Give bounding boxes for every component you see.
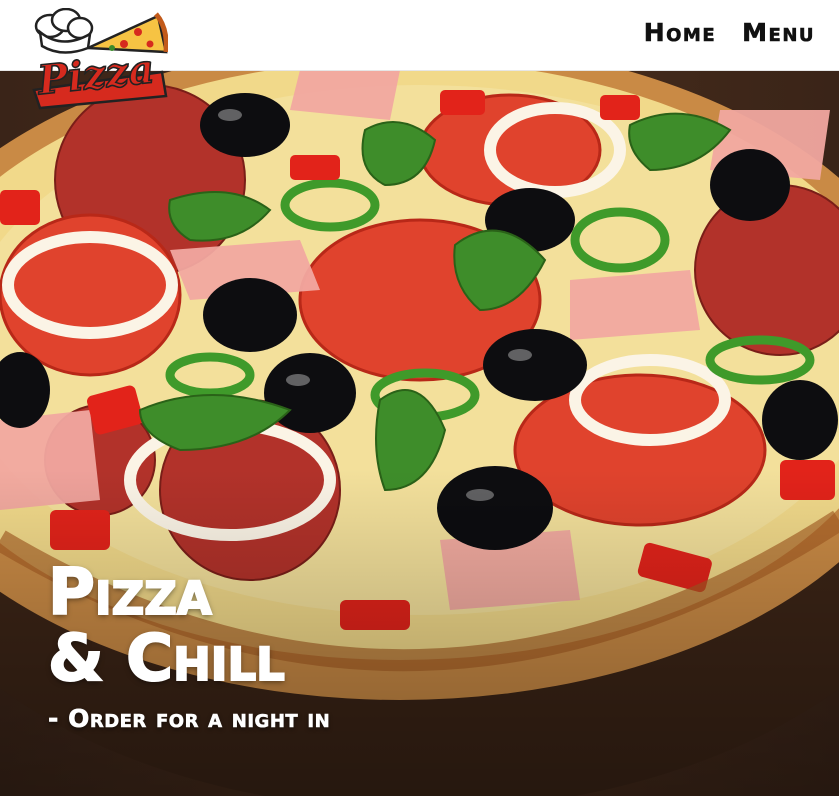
pizza-logo[interactable]: Pizza bbox=[28, 8, 168, 114]
hero-title-line1: Pizza bbox=[47, 556, 213, 630]
site-header: Pizza Home Menu bbox=[0, 0, 839, 110]
nav-link-home[interactable]: Home bbox=[643, 18, 716, 48]
chef-hat-icon bbox=[34, 8, 94, 54]
hero-title-line2: & Chill bbox=[47, 622, 286, 696]
hero-section: Pizza & Chill - Order for a night in bbox=[0, 70, 839, 796]
nav-link-menu[interactable]: Menu bbox=[742, 18, 815, 48]
hero-subtitle: - Order for a night in bbox=[48, 704, 331, 734]
pizza-slice-icon bbox=[87, 12, 168, 54]
main-nav: Home Menu bbox=[643, 18, 815, 48]
hero-text-block: Pizza & Chill - Order for a night in bbox=[47, 556, 331, 734]
hero-title: Pizza & Chill bbox=[47, 556, 330, 696]
